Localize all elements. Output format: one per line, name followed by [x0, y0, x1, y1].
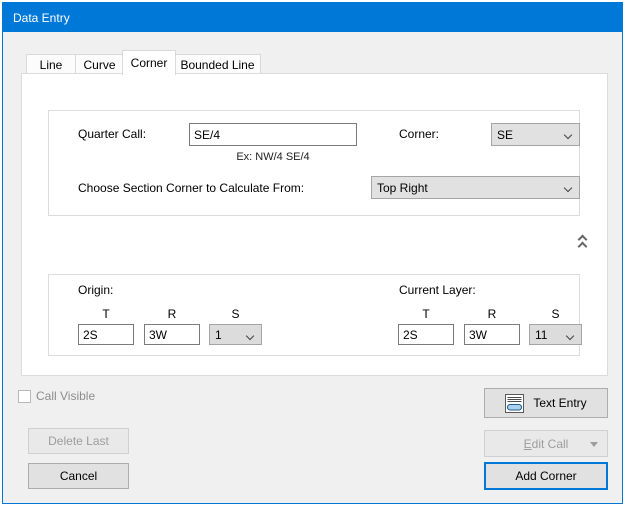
quarter-call-input[interactable]: [189, 123, 357, 146]
chevron-up-icon: [577, 241, 588, 252]
origin-r-input[interactable]: [144, 324, 200, 345]
corner-select[interactable]: SE: [491, 123, 580, 146]
section-corner-select-value: Top Right: [377, 180, 428, 195]
chevron-down-icon: [245, 331, 255, 341]
origin-s-label: S: [231, 307, 240, 321]
chevron-down-icon: [565, 331, 575, 341]
call-visible-checkbox[interactable]: [18, 389, 31, 403]
dropdown-arrow-icon: [590, 442, 598, 447]
window-title: Data Entry: [13, 10, 70, 25]
cancel-button[interactable]: Cancel: [28, 463, 129, 489]
origin-t-input[interactable]: [78, 324, 134, 345]
chevron-down-icon: [563, 183, 573, 193]
origin-s-value: 1: [215, 327, 222, 342]
quarter-call-hint: Ex: NW/4 SE/4: [236, 151, 310, 163]
chevron-down-icon: [563, 130, 573, 140]
add-corner-button[interactable]: Add Corner: [484, 462, 608, 490]
corner-label: Corner:: [399, 127, 440, 141]
origin-s-select[interactable]: 1: [209, 324, 262, 345]
tab-line[interactable]: Line: [26, 54, 76, 74]
edit-call-label: Edit Call: [523, 436, 569, 451]
delete-last-label: Delete Last: [48, 434, 109, 448]
add-corner-label: Add Corner: [515, 469, 577, 483]
corner-select-value: SE: [497, 127, 514, 142]
delete-last-button[interactable]: Delete Last: [28, 428, 129, 454]
tab-bounded-line[interactable]: Bounded Line: [174, 54, 261, 74]
current-layer-r-input[interactable]: [464, 324, 520, 345]
tab-bounded-line-label: Bounded Line: [180, 57, 255, 72]
tab-curve[interactable]: Curve: [75, 54, 124, 74]
origin-t-label: T: [102, 307, 110, 321]
origin-label: Origin:: [78, 283, 114, 297]
tab-line-label: Line: [39, 57, 63, 72]
corner-tab-page: Quarter Call: Ex: NW/4 SE/4 Corner: SE C…: [21, 73, 608, 376]
section-corner-label: Choose Section Corner to Calculate From:: [78, 181, 305, 195]
edit-call-button[interactable]: Edit Call: [484, 430, 608, 457]
current-layer-s-value: 11: [535, 327, 548, 342]
call-entry-group: Quarter Call: Ex: NW/4 SE/4 Corner: SE C…: [48, 110, 580, 216]
text-entry-icon: [505, 393, 525, 413]
quarter-call-label: Quarter Call:: [78, 127, 147, 141]
titlebar[interactable]: Data Entry: [3, 3, 622, 32]
current-layer-r-label: R: [487, 307, 497, 321]
text-entry-button[interactable]: Text Entry: [484, 388, 608, 418]
current-layer-s-select[interactable]: 11: [529, 324, 582, 345]
current-layer-s-label: S: [551, 307, 560, 321]
current-layer-t-input[interactable]: [398, 324, 454, 345]
collapse-section-button[interactable]: [575, 234, 591, 252]
call-visible-label: Call Visible: [36, 389, 96, 403]
call-visible-checkbox-row: Call Visible: [18, 389, 95, 403]
data-entry-dialog: Data Entry Line Curve Corner Bounded Lin…: [2, 2, 623, 504]
origin-r-label: R: [167, 307, 177, 321]
text-entry-label: Text Entry: [533, 396, 587, 410]
township-range-group: Origin: T R S 1 Current Layer: T R S 11: [48, 274, 582, 356]
section-corner-select[interactable]: Top Right: [371, 176, 580, 199]
tab-curve-label: Curve: [83, 57, 116, 72]
current-layer-label: Current Layer:: [399, 283, 476, 297]
tab-corner[interactable]: Corner: [122, 50, 176, 75]
current-layer-t-label: T: [422, 307, 430, 321]
tab-corner-label: Corner: [130, 56, 168, 70]
cancel-label: Cancel: [59, 469, 98, 483]
